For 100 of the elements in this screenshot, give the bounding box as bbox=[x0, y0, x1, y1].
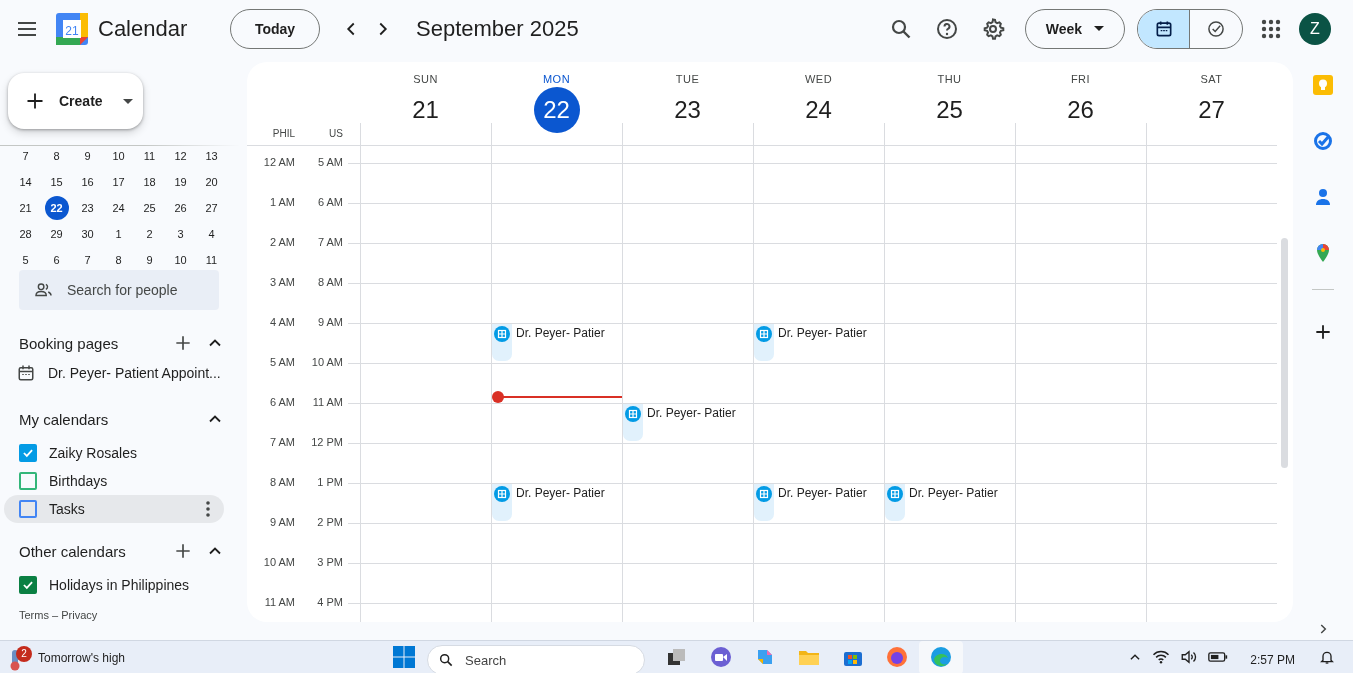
checkbox[interactable] bbox=[19, 500, 37, 518]
calendar-label[interactable]: Birthdays bbox=[49, 473, 210, 489]
mini-calendar-day[interactable]: 27 bbox=[199, 196, 224, 220]
task-check-icon[interactable] bbox=[1313, 131, 1333, 151]
mini-calendar-day[interactable]: 16 bbox=[75, 170, 100, 194]
mini-calendar-day[interactable]: 8 bbox=[106, 248, 131, 272]
taskbar-search-field[interactable]: Search bbox=[427, 645, 645, 673]
time-slot[interactable]: Dr. Peyer- Patier bbox=[491, 323, 622, 363]
wave-browser-icon[interactable] bbox=[930, 646, 952, 668]
mini-calendar-day[interactable]: 25 bbox=[137, 196, 162, 220]
mini-calendar-day[interactable]: 12 bbox=[168, 144, 193, 168]
mini-calendar-day[interactable]: 28 bbox=[13, 222, 38, 246]
mini-calendar-day[interactable]: 11 bbox=[137, 144, 162, 168]
mini-calendar-day[interactable]: 20 bbox=[199, 170, 224, 194]
bell-icon[interactable] bbox=[1319, 649, 1335, 665]
day-number[interactable]: 27 bbox=[1188, 87, 1235, 133]
calendar-label[interactable]: Holidays in Philippines bbox=[49, 577, 210, 593]
privacy-link[interactable]: Privacy bbox=[61, 609, 98, 621]
booking-page-link[interactable]: Dr. Peyer- Patient Appoint... bbox=[48, 365, 221, 381]
mini-calendar-day[interactable]: 15 bbox=[44, 170, 69, 194]
event-title[interactable]: Dr. Peyer- Patier bbox=[778, 486, 867, 500]
search-icon[interactable] bbox=[889, 17, 913, 41]
event-title[interactable]: Dr. Peyer- Patier bbox=[647, 406, 736, 420]
create-button[interactable]: Create bbox=[8, 73, 143, 129]
avatar[interactable]: Z bbox=[1299, 13, 1331, 45]
clock-time[interactable]: 2:57 PM bbox=[1250, 653, 1295, 667]
event-title[interactable]: Dr. Peyer- Patier bbox=[778, 326, 867, 340]
search-icon[interactable] bbox=[438, 652, 454, 668]
mini-calendar-day[interactable]: 9 bbox=[137, 248, 162, 272]
mini-calendar-day[interactable]: 2 bbox=[137, 222, 162, 246]
weather-text[interactable]: Tomorrow's high bbox=[38, 650, 125, 665]
apps-grid-icon[interactable] bbox=[1261, 19, 1281, 39]
calendar-list-item[interactable]: Tasks bbox=[4, 495, 224, 523]
mini-calendar-day[interactable]: 18 bbox=[137, 170, 162, 194]
mini-calendar-day[interactable]: 24 bbox=[106, 196, 131, 220]
time-slot[interactable]: Dr. Peyer- Patier bbox=[491, 483, 622, 523]
mini-calendar-day[interactable]: 7 bbox=[75, 248, 100, 272]
windows-start-icon[interactable] bbox=[393, 646, 415, 668]
time-slot[interactable]: Dr. Peyer- Patier bbox=[753, 483, 884, 523]
task-view-icon[interactable] bbox=[666, 646, 688, 668]
checkbox[interactable] bbox=[19, 444, 37, 462]
mini-calendar-day[interactable]: 22 bbox=[44, 196, 69, 220]
mini-calendar-day[interactable]: 10 bbox=[168, 248, 193, 272]
mini-calendar-day[interactable]: 13 bbox=[199, 144, 224, 168]
mini-calendar-day[interactable]: 10 bbox=[106, 144, 131, 168]
event-chip[interactable] bbox=[492, 324, 512, 361]
mini-calendar-day[interactable]: 21 bbox=[13, 196, 38, 220]
day-number[interactable]: 26 bbox=[1057, 87, 1104, 133]
checkbox[interactable] bbox=[19, 576, 37, 594]
mini-calendar-day[interactable]: 3 bbox=[168, 222, 193, 246]
mini-calendar-day[interactable]: 26 bbox=[168, 196, 193, 220]
terms-link[interactable]: Terms bbox=[19, 609, 49, 621]
event-chip[interactable] bbox=[623, 404, 643, 441]
event-chip[interactable] bbox=[754, 324, 774, 361]
mini-calendar-day[interactable]: 29 bbox=[44, 222, 69, 246]
search-input[interactable]: Search bbox=[463, 651, 617, 669]
event-title[interactable]: Dr. Peyer- Patier bbox=[516, 326, 605, 340]
search-people-field[interactable]: Search for people bbox=[19, 270, 219, 310]
event-title[interactable]: Dr. Peyer- Patier bbox=[909, 486, 998, 500]
lightbulb-icon[interactable] bbox=[1313, 75, 1333, 95]
mini-calendar-day[interactable]: 14 bbox=[13, 170, 38, 194]
checkbox[interactable] bbox=[19, 472, 37, 490]
event-chip[interactable] bbox=[885, 484, 905, 521]
mini-calendar-day[interactable]: 9 bbox=[75, 144, 100, 168]
time-slot[interactable]: Dr. Peyer- Patier bbox=[753, 323, 884, 363]
mini-calendar-day[interactable]: 5 bbox=[13, 248, 38, 272]
mini-calendar-day[interactable]: 17 bbox=[106, 170, 131, 194]
scrollbar[interactable] bbox=[1281, 238, 1288, 468]
mini-calendar-day[interactable]: 23 bbox=[75, 196, 100, 220]
day-number[interactable]: 21 bbox=[402, 87, 449, 133]
mini-calendar-day[interactable]: 19 bbox=[168, 170, 193, 194]
day-number[interactable]: 25 bbox=[926, 87, 973, 133]
help-icon[interactable] bbox=[935, 17, 959, 41]
mini-calendar-day[interactable]: 1 bbox=[106, 222, 131, 246]
calendar-label[interactable]: Zaiky Rosales bbox=[49, 445, 210, 461]
search-input[interactable]: Search for people bbox=[65, 281, 219, 299]
time-slot[interactable]: Dr. Peyer- Patier bbox=[622, 403, 753, 443]
mini-calendar-day[interactable]: 4 bbox=[199, 222, 224, 246]
settings-icon[interactable] bbox=[981, 17, 1005, 41]
view-toggle-button[interactable] bbox=[1138, 10, 1190, 48]
day-number[interactable]: 24 bbox=[795, 87, 842, 133]
time-slot[interactable] bbox=[491, 363, 622, 403]
time-slot[interactable]: Dr. Peyer- Patier bbox=[884, 483, 1015, 523]
day-number[interactable]: 23 bbox=[664, 87, 711, 133]
day-number[interactable]: 22 bbox=[533, 87, 580, 133]
event-chip[interactable] bbox=[754, 484, 774, 521]
battery-icon[interactable] bbox=[1208, 650, 1229, 664]
mini-calendar-day[interactable]: 6 bbox=[44, 248, 69, 272]
mini-calendar-day[interactable]: 11 bbox=[199, 248, 224, 272]
mini-calendar-day[interactable]: 8 bbox=[44, 144, 69, 168]
more-options-icon[interactable] bbox=[206, 501, 210, 517]
event-chip[interactable] bbox=[492, 484, 512, 521]
video-camera-icon[interactable] bbox=[710, 646, 732, 668]
mini-calendar-day[interactable]: 30 bbox=[75, 222, 100, 246]
mini-calendar-day[interactable]: 7 bbox=[13, 144, 38, 168]
person-icon[interactable] bbox=[1313, 187, 1333, 207]
event-title[interactable]: Dr. Peyer- Patier bbox=[516, 486, 605, 500]
add-icon[interactable] bbox=[1313, 322, 1333, 342]
wifi-icon[interactable] bbox=[1152, 649, 1171, 665]
speaker-icon[interactable] bbox=[1180, 649, 1199, 665]
